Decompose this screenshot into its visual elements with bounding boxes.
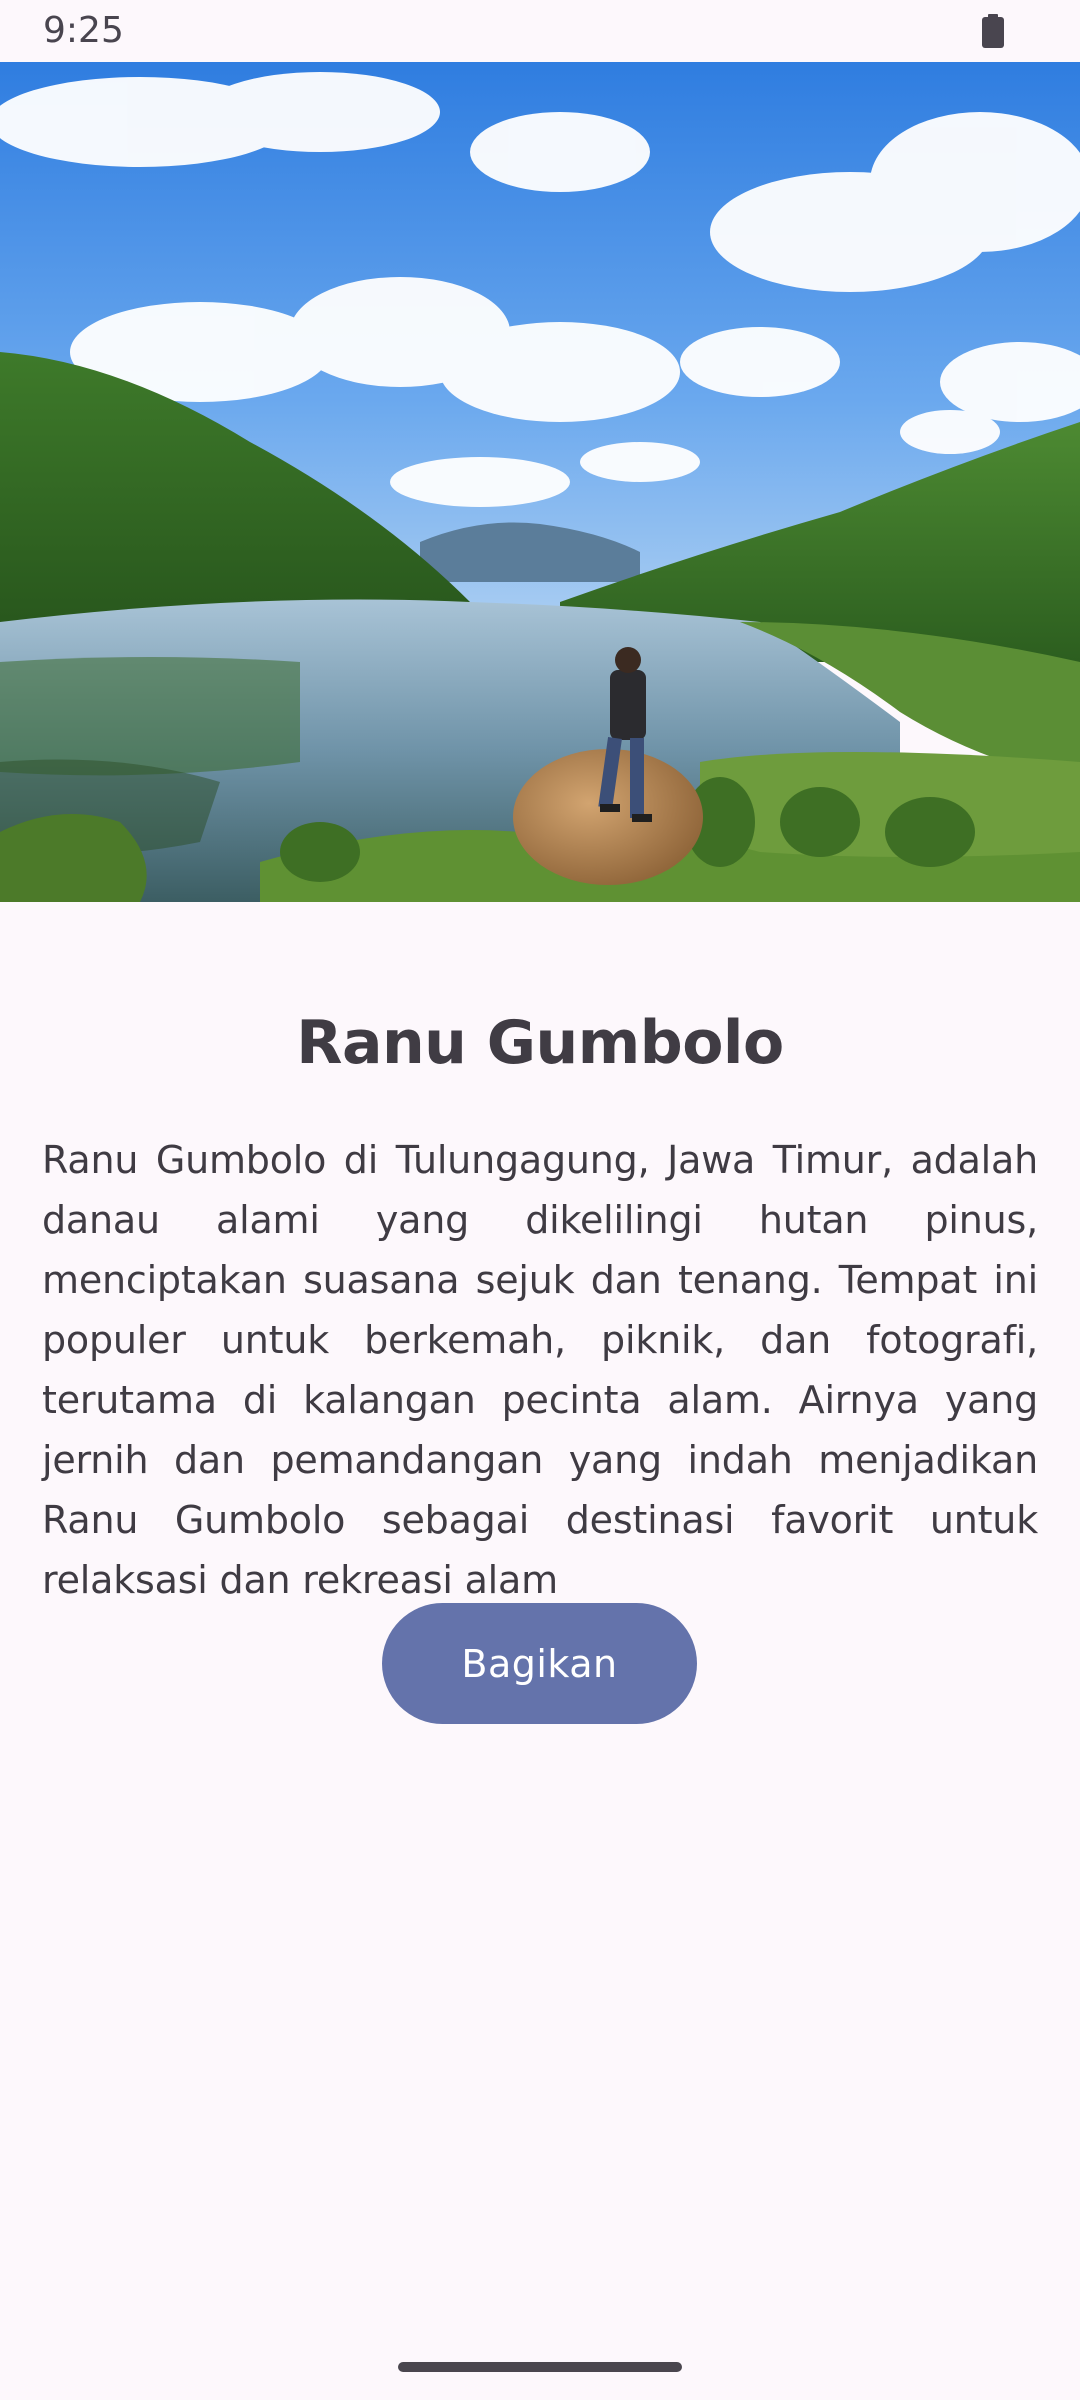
battery-icon xyxy=(982,14,1004,48)
page-title: Ranu Gumbolo xyxy=(296,1008,784,1079)
description-text: Ranu Gumbolo di Tulungagung, Jawa Timur,… xyxy=(42,1138,1038,1602)
detail-screen: 9:25 Ranu Gumbolo Ranu Gumbolo di Tulung… xyxy=(0,0,1080,2400)
home-indicator[interactable] xyxy=(398,2362,682,2372)
status-bar: 9:25 xyxy=(0,0,1080,62)
share-button[interactable]: Bagikan xyxy=(382,1603,697,1724)
landscape-photo xyxy=(0,62,1080,902)
status-time: 9:25 xyxy=(43,10,124,51)
hero-image xyxy=(0,62,1080,902)
